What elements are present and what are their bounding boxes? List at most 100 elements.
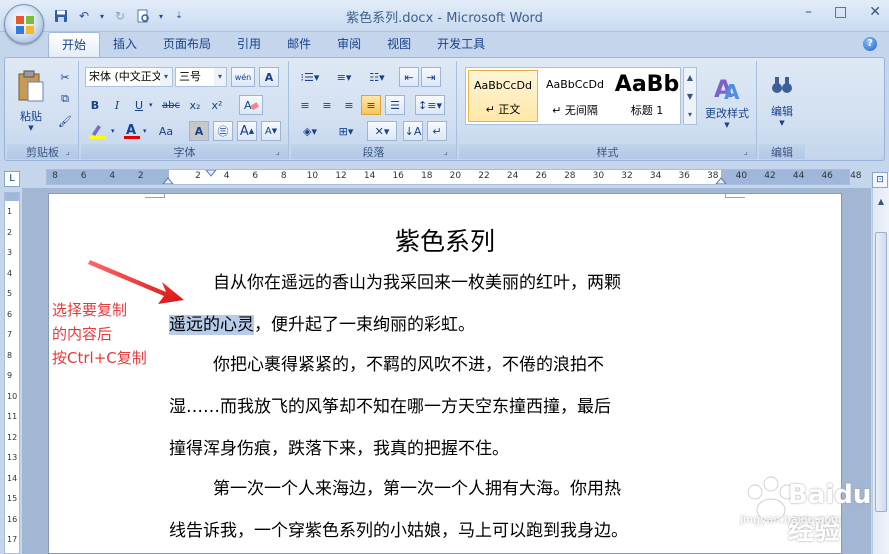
clear-format-icon[interactable]: A xyxy=(239,95,263,115)
change-styles-button[interactable]: A A 更改样式 ▼ xyxy=(701,65,753,137)
borders-icon[interactable]: ⊞▾ xyxy=(331,121,361,141)
right-indent-icon[interactable] xyxy=(715,174,727,184)
italic-button[interactable]: I xyxy=(107,95,127,115)
shrink-font-icon[interactable]: A ▼ xyxy=(261,121,281,141)
style-no-spacing[interactable]: AaBbCcDd ↵ 无间隔 xyxy=(540,70,610,122)
dialog-launcher-icon[interactable]: ⌟ xyxy=(444,148,453,157)
ruler-number: 14 xyxy=(363,171,376,181)
char-shading-icon[interactable]: A xyxy=(189,121,209,141)
align-right-icon[interactable]: ≡ xyxy=(339,95,359,115)
text-line[interactable]: 你把心裹得紧紧的，不羁的风吹不进，不倦的浪拍不 xyxy=(169,344,729,386)
document-page[interactable]: 紫色系列 自从你在遥远的香山为我采回来一枚美丽的红叶，两颗 遥远的心灵，便升起了… xyxy=(48,193,842,554)
ruler-number: 2 xyxy=(137,171,144,181)
chevron-down-icon[interactable]: ▾ xyxy=(143,127,147,135)
multilevel-list-icon[interactable]: ☷▾ xyxy=(363,67,391,87)
vertical-ruler[interactable]: 1 2 3 4 5 6 7 8 9 10 11 12 13 14 15 16 17 xyxy=(4,192,20,554)
justify-icon[interactable]: ≡ xyxy=(361,95,381,115)
ruler-number: 18 xyxy=(421,171,433,181)
paste-button[interactable]: 粘贴 ▼ xyxy=(11,65,51,137)
text-run[interactable]: ，便升起了一束绚丽的彩虹。 xyxy=(254,315,475,335)
ruler-number: 32 xyxy=(621,171,633,181)
style-normal[interactable]: AaBbCcDd ↵ 正文 xyxy=(468,70,538,122)
bullets-icon[interactable]: ⁝☰▾ xyxy=(295,67,325,87)
underline-button[interactable]: U xyxy=(129,95,149,115)
tab-view[interactable]: 视图 xyxy=(374,32,424,58)
highlight-icon[interactable] xyxy=(85,121,111,141)
paragraph-1[interactable]: 自从你在遥远的香山为我采回来一枚美丽的红叶，两颗 遥远的心灵，便升起了一束绚丽的… xyxy=(169,262,729,346)
paragraph-2[interactable]: 你把心裹得紧紧的，不羁的风吹不进，不倦的浪拍不 湿……而我放飞的风筝却不知在哪一… xyxy=(169,344,729,470)
copy-icon[interactable]: ⧉ xyxy=(55,89,75,109)
font-color-icon[interactable]: A xyxy=(121,121,143,141)
line-spacing-icon[interactable]: ↕≡▾ xyxy=(415,95,445,115)
distributed-icon[interactable]: ☰ xyxy=(385,95,405,115)
scroll-up-icon[interactable]: ▲ xyxy=(873,194,889,210)
first-line-indent-icon[interactable] xyxy=(205,170,217,178)
maximize-button[interactable]: □ xyxy=(834,4,847,20)
more-icon[interactable]: ▾ xyxy=(684,106,696,124)
chevron-down-icon[interactable]: ▾ xyxy=(149,101,153,109)
tab-mailings[interactable]: 邮件 xyxy=(274,32,324,58)
ruler-number: 4 xyxy=(109,171,116,181)
horizontal-ruler[interactable]: 8 6 4 2 2 4 6 8 10 12 14 16 18 20 22 24 26 28 30 32 34 36 38 40… xyxy=(46,169,862,185)
editing-group: 编辑 ▼ 编辑 xyxy=(759,61,805,159)
grow-font-icon[interactable]: A ▲ xyxy=(237,121,257,141)
svg-text:A: A xyxy=(126,123,136,138)
text-line[interactable]: 自从你在遥远的香山为我采回来一枚美丽的红叶，两颗 xyxy=(169,262,729,304)
gallery-scroll[interactable]: ▲ ▼ ▾ xyxy=(683,67,697,125)
text-line[interactable]: 第一次一个人来海边，第一次一个人拥有大海。你用热 xyxy=(169,468,729,510)
office-button[interactable] xyxy=(4,4,44,44)
paragraph-3[interactable]: 第一次一个人来海边，第一次一个人拥有大海。你用热 线告诉我，一个穿紫色系列的小姑… xyxy=(169,468,729,552)
indent-marker-icon[interactable] xyxy=(162,174,174,184)
superscript-button[interactable]: x² xyxy=(207,95,227,115)
sort-icon[interactable]: ↓A xyxy=(403,121,423,141)
change-case-button[interactable]: Aa xyxy=(153,121,179,141)
vruler-number: 9 xyxy=(7,371,13,380)
text-line[interactable]: 撞得浑身伤痕，跌落下来，我真的把握不住。 xyxy=(169,428,729,470)
show-marks-icon[interactable]: ↵ xyxy=(427,121,447,141)
chevron-down-icon[interactable]: ▾ xyxy=(111,127,115,135)
tab-page-layout[interactable]: 页面布局 xyxy=(150,32,224,58)
scroll-thumb[interactable] xyxy=(875,232,887,512)
text-line[interactable]: 遥远的心灵，便升起了一束绚丽的彩虹。 xyxy=(169,304,729,346)
align-left-icon[interactable]: ≡ xyxy=(295,95,315,115)
style-heading-1[interactable]: AaBb 标题 1 xyxy=(612,70,682,122)
selected-text[interactable]: 遥远的心灵 xyxy=(169,315,254,335)
help-icon[interactable]: ? xyxy=(863,37,877,51)
dialog-launcher-icon[interactable]: ⌟ xyxy=(276,148,285,157)
wen-font-icon[interactable]: wén xyxy=(231,67,255,87)
text-line[interactable]: 线告诉我，一个穿紫色系列的小姑娘，马上可以跑到我身边。 xyxy=(169,510,729,552)
tab-home[interactable]: 开始 xyxy=(48,32,101,58)
enclose-char-icon[interactable]: ㊂ xyxy=(213,121,233,141)
format-painter-icon[interactable]: 🖌 xyxy=(55,111,75,131)
tab-insert[interactable]: 插入 xyxy=(100,32,150,58)
decrease-indent-icon[interactable]: ⇤ xyxy=(399,67,419,87)
chevron-up-icon[interactable]: ▲ xyxy=(684,68,696,87)
subscript-button[interactable]: x₂ xyxy=(185,95,205,115)
minimize-button[interactable]: – xyxy=(805,4,812,20)
ribbon-tabs: 开始 插入 页面布局 引用 邮件 审阅 视图 开发工具 xyxy=(48,32,498,58)
tab-selector-icon[interactable]: L xyxy=(4,171,20,187)
align-center-icon[interactable]: ≡ xyxy=(317,95,337,115)
text-line[interactable]: 湿……而我放飞的风筝却不知在哪一方天空东撞西撞，最后 xyxy=(169,386,729,428)
styles-group-label: 样式 xyxy=(459,144,756,159)
tab-developer[interactable]: 开发工具 xyxy=(424,32,498,58)
editing-button[interactable]: 编辑 ▼ xyxy=(761,65,803,137)
close-button[interactable]: ✕ xyxy=(869,4,881,20)
dialog-launcher-icon[interactable]: ⌟ xyxy=(744,148,753,157)
increase-indent-icon[interactable]: ⇥ xyxy=(421,67,441,87)
bold-button[interactable]: B xyxy=(85,95,105,115)
tab-references[interactable]: 引用 xyxy=(224,32,274,58)
char-border-icon[interactable]: A xyxy=(259,67,279,87)
font-size-select[interactable]: 三号 ▾ xyxy=(175,67,227,87)
numbering-icon[interactable]: ≡▾ xyxy=(329,67,359,87)
font-name-select[interactable]: 宋体 (中文正文) ▾ xyxy=(85,67,173,87)
tab-review[interactable]: 审阅 xyxy=(324,32,374,58)
view-ruler-icon[interactable]: ⊡ xyxy=(872,172,888,188)
cut-icon[interactable]: ✂ xyxy=(55,67,75,87)
shading-icon[interactable]: ◈▾ xyxy=(295,121,325,141)
dialog-launcher-icon[interactable]: ⌟ xyxy=(66,148,75,157)
strikethrough-button[interactable]: abc xyxy=(161,95,181,115)
chevron-down-icon[interactable]: ▼ xyxy=(684,87,696,106)
chevron-down-icon: ▾ xyxy=(160,68,172,86)
chinese-layout-icon[interactable]: ✕▾ xyxy=(367,121,397,141)
